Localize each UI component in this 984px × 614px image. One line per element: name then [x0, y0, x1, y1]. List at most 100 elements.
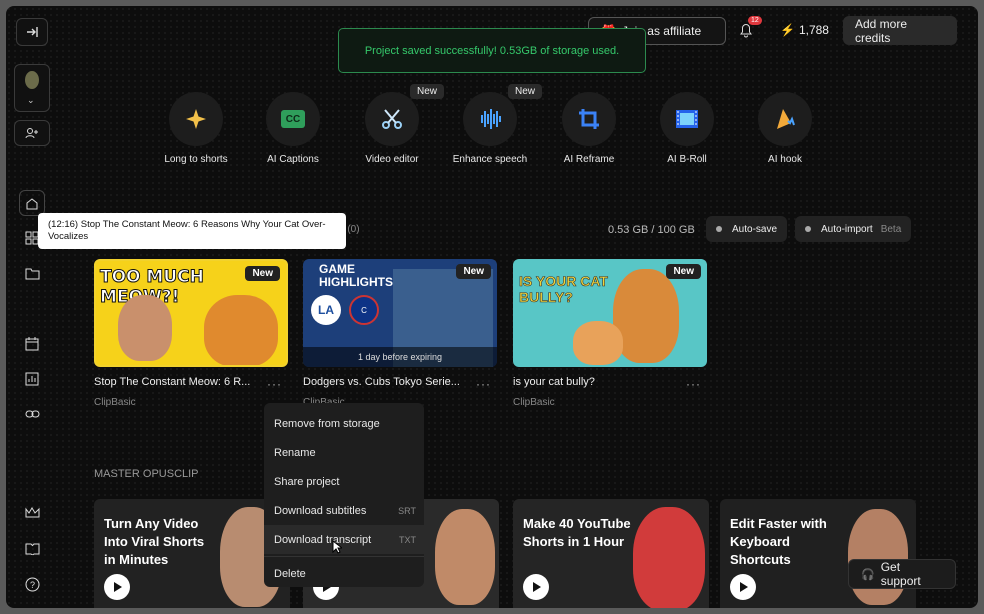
- hook-icon: [777, 109, 795, 129]
- tool-video-editor[interactable]: New Video editor: [344, 84, 444, 165]
- tooltip-text: (12:16) Stop The Constant Meow: 6 Reason…: [48, 219, 326, 242]
- add-credits-button[interactable]: Add more credits: [843, 16, 957, 45]
- crown-icon[interactable]: [20, 500, 44, 524]
- project-title: Dodgers vs. Cubs Tokyo Serie...: [303, 376, 460, 388]
- sparkle-icon: [186, 109, 206, 129]
- tutorial-title: Make 40 YouTube Shorts in 1 Hour: [523, 516, 631, 549]
- book-icon[interactable]: [20, 537, 44, 561]
- kitten-image: [573, 321, 623, 365]
- cubs-logo: C: [349, 295, 379, 325]
- project-card[interactable]: TOO MUCH MEOW?! New Stop The Constant Me…: [94, 259, 288, 408]
- crop-icon: [579, 109, 599, 129]
- tool-label: AI Captions: [267, 154, 319, 165]
- add-user-button[interactable]: [14, 120, 50, 146]
- tutorial-title: Turn Any Video Into Viral Shorts in Minu…: [104, 516, 205, 567]
- arrow-right-bar-icon: [27, 27, 38, 37]
- presenter-image: [435, 509, 495, 605]
- tool-label: AI Reframe: [563, 154, 615, 165]
- auto-save-toggle[interactable]: Auto-save: [706, 216, 788, 242]
- scissors-icon: [382, 109, 402, 129]
- presenter-image: [633, 507, 705, 608]
- new-badge: New: [409, 84, 444, 99]
- add-credits-label: Add more credits: [855, 16, 908, 45]
- project-thumbnail[interactable]: TOO MUCH MEOW?! New: [94, 259, 288, 367]
- project-source: ClipBasic: [94, 397, 136, 408]
- link-icon[interactable]: [20, 402, 44, 426]
- menu-item-label: Rename: [274, 446, 316, 459]
- tutorial-card[interactable]: Turn Any Video Into Viral Shorts in Minu…: [94, 499, 290, 608]
- presenter-image: [848, 509, 908, 605]
- new-badge: New: [507, 84, 542, 99]
- notifications-button[interactable]: 12: [739, 16, 762, 43]
- menu-item-delete[interactable]: Delete: [264, 559, 424, 588]
- film-icon: [676, 110, 698, 128]
- project-context-menu: Remove from storage Rename Share project…: [264, 403, 424, 587]
- lightning-icon: ⚡: [780, 23, 795, 37]
- project-card[interactable]: GAME HIGHLIGHTS LA C 1 day before expiri…: [303, 259, 497, 408]
- play-icon[interactable]: [730, 574, 756, 600]
- get-support-label: Get support: [880, 560, 921, 588]
- thumbnail-text: IS YOUR CAT BULLY?: [519, 273, 609, 306]
- man-face-image: [118, 295, 172, 361]
- credits-display: ⚡ 1,788: [780, 23, 829, 37]
- tool-label: Video editor: [365, 154, 419, 165]
- toast-message: Project saved successfully! 0.53GB of st…: [364, 44, 620, 57]
- more-options-icon[interactable]: ···: [267, 377, 282, 391]
- project-title: is your cat bully?: [513, 376, 595, 388]
- waveform-icon: [481, 109, 501, 129]
- menu-item-rename[interactable]: Rename: [264, 438, 424, 467]
- menu-item-download-subtitles[interactable]: Download subtitles SRT: [264, 496, 424, 525]
- folder-icon[interactable]: [20, 261, 44, 285]
- menu-item-label: Download transcript: [274, 533, 372, 546]
- auto-import-toggle[interactable]: Auto-import Beta: [795, 216, 912, 242]
- status-dot-icon: [805, 226, 811, 232]
- cat-image: [204, 295, 278, 365]
- tool-ai-hook[interactable]: AI hook: [737, 92, 833, 165]
- more-options-icon[interactable]: ···: [686, 377, 701, 391]
- mouse-cursor-icon: [332, 540, 342, 554]
- new-tag: New: [245, 266, 280, 281]
- project-thumbnail[interactable]: GAME HIGHLIGHTS LA C 1 day before expiri…: [303, 259, 497, 367]
- menu-item-label: Remove from storage: [274, 417, 380, 430]
- tutorial-card[interactable]: Edit Faster with Keyboard Shortcuts: [720, 499, 916, 608]
- add-user-icon: [25, 128, 38, 139]
- workspace-switcher[interactable]: ⌄: [14, 64, 50, 112]
- menu-item-shortcut: TXT: [399, 534, 416, 545]
- menu-item-label: Delete: [274, 567, 306, 580]
- calendar-icon[interactable]: [20, 332, 44, 356]
- thumbnail-text: GAME HIGHLIGHTS: [319, 262, 393, 289]
- collapse-sidebar-button[interactable]: [16, 18, 48, 46]
- tool-enhance-speech[interactable]: New Enhance speech: [442, 84, 542, 165]
- menu-item-label: Download subtitles: [274, 504, 367, 517]
- project-thumbnail[interactable]: IS YOUR CAT BULLY? New: [513, 259, 707, 367]
- tool-ai-captions[interactable]: CC AI Captions: [245, 92, 341, 165]
- success-toast: Project saved successfully! 0.53GB of st…: [338, 28, 646, 73]
- avatar: [25, 71, 39, 89]
- menu-item-share-project[interactable]: Share project: [264, 467, 424, 496]
- tool-label: Enhance speech: [452, 154, 528, 165]
- menu-item-remove-from-storage[interactable]: Remove from storage: [264, 409, 424, 438]
- project-title: Stop The Constant Meow: 6 R...: [94, 376, 251, 388]
- help-icon[interactable]: ?: [20, 572, 44, 596]
- tool-long-to-shorts[interactable]: Long to shorts: [148, 92, 244, 165]
- tool-label: Long to shorts: [164, 154, 228, 165]
- svg-text:?: ?: [30, 580, 35, 590]
- tool-label: AI B-Roll: [667, 154, 707, 165]
- menu-item-download-transcript[interactable]: Download transcript TXT: [264, 525, 424, 554]
- tool-ai-reframe[interactable]: AI Reframe: [541, 92, 637, 165]
- tutorial-card[interactable]: Make 40 YouTube Shorts in 1 Hour: [513, 499, 709, 608]
- storage-usage: 0.53 GB / 100 GB: [608, 224, 695, 236]
- dodgers-logo: LA: [311, 295, 341, 325]
- play-icon[interactable]: [523, 574, 549, 600]
- master-opusclip-heading: MASTER OPUSCLIP: [94, 468, 199, 480]
- status-dot-icon: [716, 226, 722, 232]
- app-window: ⌄ ? 🎁 Join as affiliate 12 ⚡ 1,788 Add m…: [6, 6, 978, 608]
- expiry-notice: 1 day before expiring: [303, 347, 497, 367]
- more-options-icon[interactable]: ···: [476, 377, 491, 391]
- play-icon[interactable]: [104, 574, 130, 600]
- get-support-button[interactable]: 🎧 Get support: [848, 559, 956, 589]
- analytics-icon[interactable]: [20, 367, 44, 391]
- project-card[interactable]: IS YOUR CAT BULLY? New is your cat bully…: [513, 259, 707, 408]
- cc-icon: CC: [281, 110, 305, 128]
- tool-ai-broll[interactable]: AI B-Roll: [639, 92, 735, 165]
